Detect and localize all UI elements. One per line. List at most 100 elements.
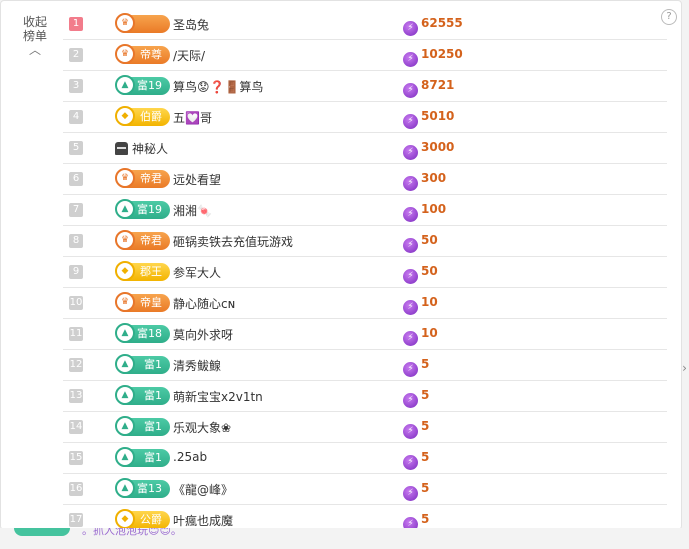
chat-level-badge: [14, 528, 70, 536]
level-badge: ▲ 富19: [115, 199, 170, 219]
badge-label: 富18: [137, 327, 162, 340]
nickname-text: 莫向外求呀: [173, 328, 234, 342]
level-badge: ♛ 帝尊: [115, 44, 170, 64]
level-badge: ▲ 富1: [115, 385, 170, 405]
ranking-row[interactable]: 4 ◆ 伯爵 五💟哥 ⚡ 5010: [63, 102, 667, 133]
contribution-score: ⚡ 5010: [403, 109, 454, 129]
user-nickname[interactable]: .25ab: [173, 450, 207, 464]
badge-label: 帝君: [140, 172, 162, 185]
user-nickname[interactable]: 萌新宝宝x2v1tn: [173, 388, 263, 405]
chevron-right-icon[interactable]: ›: [680, 356, 689, 380]
ranking-row[interactable]: 13 ▲ 富1 萌新宝宝x2v1tn ⚡ 5: [63, 381, 667, 412]
score-value: 10250: [421, 47, 463, 61]
user-nickname[interactable]: 静心随心ᴄɴ: [173, 295, 235, 312]
score-value: 5: [421, 512, 430, 526]
contribution-score: ⚡ 5: [403, 450, 429, 470]
user-nickname[interactable]: 砸锅卖铁去充值玩游戏: [173, 233, 293, 250]
user-nickname[interactable]: 清秀鲅鳈: [173, 357, 221, 374]
ranking-row[interactable]: 7 ▲ 富19 湘湘🍬 ⚡ 100: [63, 195, 667, 226]
ranking-row[interactable]: 17 ◆ 公爵 叶瘋也成魔 ⚡ 5: [63, 505, 667, 529]
user-nickname[interactable]: 远处看望: [173, 171, 221, 188]
contribution-score: ⚡ 300: [403, 171, 446, 191]
nickname-text: 《龍@峰》: [173, 483, 234, 497]
badge-label: 公爵: [140, 513, 162, 526]
bolt-icon: ⚡: [403, 300, 418, 315]
contribution-score: ⚡ 10: [403, 326, 438, 346]
ranking-row[interactable]: 1 ♛ 圣岛兔 ⚡ 62555: [63, 9, 667, 40]
user-nickname[interactable]: 神秘人: [115, 140, 168, 157]
ranking-row[interactable]: 12 ▲ 富1 清秀鲅鳈 ⚡ 5: [63, 350, 667, 381]
rank-number: 17: [69, 513, 83, 527]
rank-number: 1: [69, 17, 83, 31]
contribution-score: ⚡ 5: [403, 357, 429, 377]
user-nickname[interactable]: /天际/: [173, 47, 205, 64]
nickname-text: 圣岛兔: [173, 18, 210, 32]
contribution-score: ⚡ 50: [403, 233, 438, 253]
ranking-list: 1 ♛ 圣岛兔 ⚡ 62555 2 ♛ 帝尊/天际/⚡ 10250 3 ▲ 富19 算鸟😟❓🚪算鸟 ⚡ 87…: [63, 9, 667, 529]
badge-emblem-icon: ◆: [115, 106, 135, 126]
rank-number: 13: [69, 389, 83, 403]
badge-label: 伯爵: [140, 110, 162, 123]
score-value: 100: [421, 202, 447, 216]
user-nickname[interactable]: 五💟哥: [173, 109, 212, 126]
ranking-row[interactable]: 14 ▲ 富1 乐观大象❀ ⚡ 5: [63, 412, 667, 443]
nickname-text: 远处看望: [173, 173, 222, 187]
nickname-text: 五💟哥: [173, 111, 212, 125]
bolt-icon: ⚡: [403, 176, 418, 191]
bolt-icon: ⚡: [403, 52, 418, 67]
contribution-score: ⚡ 10250: [403, 47, 463, 67]
user-nickname[interactable]: 圣岛兔: [173, 16, 209, 33]
user-nickname[interactable]: 参军大人: [173, 264, 221, 281]
badge-label: 帝君: [140, 234, 162, 247]
score-value: 8721: [421, 78, 455, 92]
bolt-icon: ⚡: [403, 393, 418, 408]
ranking-row[interactable]: 2 ♛ 帝尊/天际/ ⚡ 10250: [63, 40, 667, 71]
bolt-icon: ⚡: [403, 362, 418, 377]
user-nickname[interactable]: 叶瘋也成魔: [173, 512, 233, 529]
badge-label: 富1: [144, 358, 162, 371]
badge-emblem-icon: ♛: [115, 292, 135, 312]
badge-emblem-icon: ▲: [115, 323, 135, 343]
contribution-score: ⚡ 5: [403, 481, 429, 501]
score-value: 5: [421, 419, 430, 433]
badge-emblem-icon: ♛: [115, 230, 135, 250]
user-nickname[interactable]: 《龍@峰》: [173, 481, 233, 498]
ranking-row[interactable]: 6 ♛ 帝君 远处看望 ⚡ 300: [63, 164, 667, 195]
bolt-icon: ⚡: [403, 83, 418, 98]
background-chat-strip: 。抓人泡泡玩😊😊。: [0, 528, 689, 549]
badge-label: 郡王: [140, 265, 162, 278]
level-badge: ▲ 富19: [115, 75, 170, 95]
ranking-row[interactable]: 16 ▲ 富13 《龍@峰》 ⚡ 5: [63, 474, 667, 505]
user-nickname[interactable]: 乐观大象❀: [173, 419, 231, 436]
score-value: 50: [421, 233, 438, 247]
score-value: 5: [421, 357, 430, 371]
contribution-score: ⚡ 10: [403, 295, 438, 315]
user-nickname[interactable]: 湘湘🍬: [173, 202, 212, 219]
user-nickname[interactable]: 算鸟😟❓🚪算鸟: [173, 78, 263, 95]
contribution-score: ⚡ 3000: [403, 140, 454, 160]
collapse-list-button[interactable]: 收起 榜单 ︿: [15, 15, 55, 57]
ranking-row[interactable]: 11 ▲ 富18 莫向外求呀 ⚡ 10: [63, 319, 667, 350]
ranking-row[interactable]: 9 ◆ 郡王 参军大人 ⚡ 50: [63, 257, 667, 288]
rank-number: 8: [69, 234, 83, 248]
badge-label: 富19: [137, 203, 162, 216]
user-nickname[interactable]: 莫向外求呀: [173, 326, 233, 343]
bolt-icon: ⚡: [403, 21, 418, 36]
level-badge: ♛ 帝君: [115, 168, 170, 188]
level-badge: ▲ 富13: [115, 478, 170, 498]
rank-number: 16: [69, 482, 83, 496]
score-value: 5010: [421, 109, 455, 123]
badge-label: 帝尊: [140, 48, 162, 61]
level-badge: ▲ 富18: [115, 323, 170, 343]
badge-label: 富1: [144, 451, 162, 464]
badge-label: 富1: [144, 389, 162, 402]
ranking-row[interactable]: 8 ♛ 帝君 砸锅卖铁去充值玩游戏 ⚡ 50: [63, 226, 667, 257]
ranking-row[interactable]: 5 神秘人 ⚡ 3000: [63, 133, 667, 164]
ranking-row[interactable]: 10 ♛ 帝皇 静心随心ᴄɴ ⚡ 10: [63, 288, 667, 319]
level-badge: ▲ 富1: [115, 447, 170, 467]
rank-number: 10: [69, 296, 83, 310]
contribution-score: ⚡ 8721: [403, 78, 454, 98]
ranking-row[interactable]: 3 ▲ 富19 算鸟😟❓🚪算鸟 ⚡ 8721: [63, 71, 667, 102]
badge-emblem-icon: ◆: [115, 509, 135, 529]
ranking-row[interactable]: 15 ▲ 富1 .25ab ⚡ 5: [63, 443, 667, 474]
